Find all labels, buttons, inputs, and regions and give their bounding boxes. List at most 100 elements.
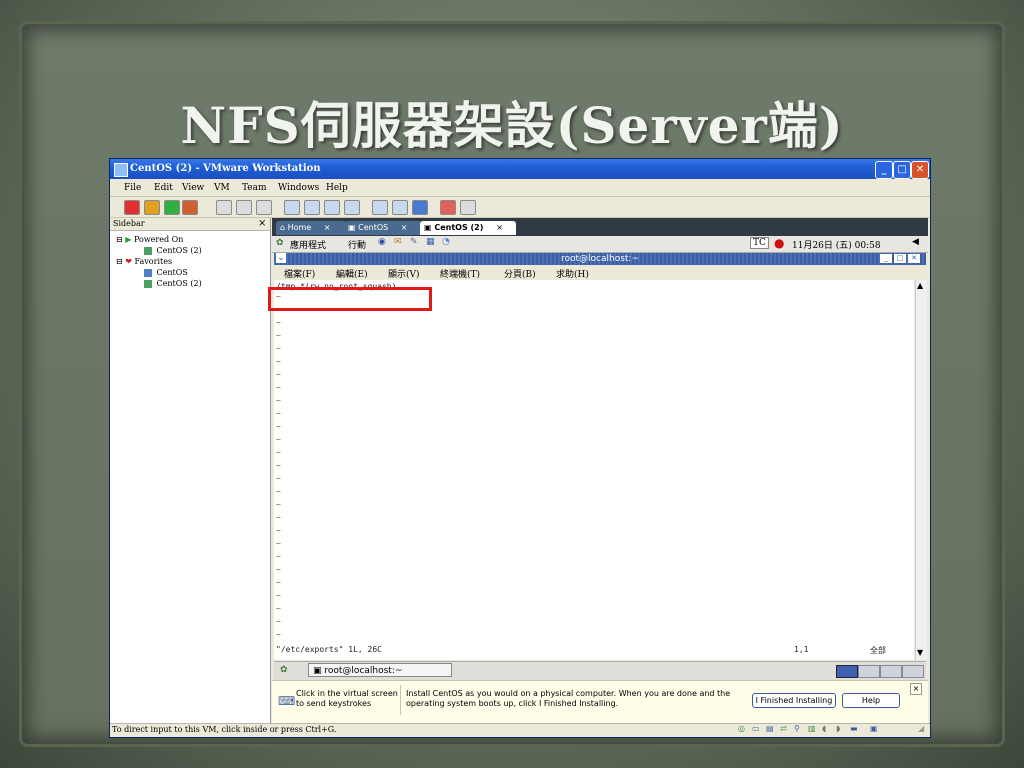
unity-icon[interactable] bbox=[412, 200, 428, 215]
summary-icon[interactable] bbox=[344, 200, 360, 215]
quick-switch-icon[interactable] bbox=[304, 200, 320, 215]
sound-icon[interactable]: ◖ bbox=[822, 724, 826, 733]
terminal-menu-file[interactable]: 檔案(F) bbox=[284, 267, 315, 280]
vim-status-position: 1,1 bbox=[794, 645, 809, 654]
sound-icon-2[interactable]: ◗ bbox=[836, 724, 840, 733]
sidebar-item-powered-on[interactable]: ⊟ ▶ Powered On bbox=[116, 235, 183, 244]
sidebar-item-centos[interactable]: CentOS bbox=[144, 268, 188, 277]
window-titlebar[interactable]: CentOS (2) - VMware Workstation _ □ ✕ bbox=[110, 159, 930, 179]
snapshot-icon[interactable] bbox=[216, 200, 232, 215]
ethernet-icon[interactable]: ⇄ bbox=[780, 724, 787, 733]
vim-empty-line-tilde: ~ bbox=[276, 526, 281, 535]
sidebar-item-centos-2-favorite[interactable]: CentOS (2) bbox=[144, 279, 202, 288]
replay-icon[interactable] bbox=[460, 200, 476, 215]
workspace-3[interactable] bbox=[880, 665, 902, 678]
menu-view[interactable]: View bbox=[182, 183, 204, 193]
vm-icon bbox=[144, 280, 152, 288]
terminal-text-area[interactable]: /tmp *(rw,no_root_squash) "/etc/exports"… bbox=[274, 280, 914, 660]
terminal-maximize-button[interactable]: □ bbox=[894, 254, 906, 263]
menu-team[interactable]: Team bbox=[242, 183, 267, 193]
terminal-scrollbar[interactable]: ▲ ▼ bbox=[915, 280, 927, 660]
collapse-icon[interactable]: ⊟ bbox=[116, 235, 123, 244]
power-off-icon[interactable] bbox=[124, 200, 140, 215]
vim-empty-line-tilde: ~ bbox=[276, 448, 281, 457]
scroll-up-icon[interactable]: ▲ bbox=[917, 281, 923, 290]
window-menu-icon[interactable]: ⌄ bbox=[276, 253, 286, 263]
update-icon[interactable]: ◔ bbox=[442, 237, 450, 247]
floppy-icon[interactable]: ▤ bbox=[766, 724, 774, 733]
record-icon[interactable] bbox=[440, 200, 456, 215]
terminal-menu-terminal[interactable]: 終端機(T) bbox=[440, 267, 480, 280]
power-on-icon[interactable] bbox=[164, 200, 180, 215]
pause-icon[interactable] bbox=[144, 200, 160, 215]
scroll-down-icon[interactable]: ▼ bbox=[917, 648, 923, 657]
full-screen-icon[interactable] bbox=[324, 200, 340, 215]
mail-icon[interactable]: ✉ bbox=[394, 237, 402, 247]
hard-disk-icon[interactable]: ▭ bbox=[752, 724, 760, 733]
menu-windows[interactable]: Windows bbox=[278, 183, 319, 193]
terminal-menu-help[interactable]: 求助(H) bbox=[556, 267, 589, 280]
terminal-titlebar[interactable]: ⌄ root@localhost:~ _ □ ✕ bbox=[274, 253, 926, 265]
terminal-menu-view[interactable]: 顯示(V) bbox=[388, 267, 420, 280]
printer-icon[interactable]: ▥ bbox=[808, 724, 816, 733]
menu-help[interactable]: Help bbox=[326, 183, 348, 193]
tab-strip: ⌂ Home × ▣ CentOS × ▣ CentOS (2) × bbox=[272, 218, 928, 236]
tab-close-icon[interactable]: × bbox=[401, 223, 408, 232]
usb-icon[interactable]: ⚲ bbox=[794, 724, 800, 733]
hint-close-icon[interactable]: × bbox=[910, 683, 922, 695]
browser-icon[interactable]: ◉ bbox=[378, 237, 386, 247]
menu-actions[interactable]: 行動 bbox=[348, 238, 366, 251]
hint-install-line1: Install CentOS as you would on a physica… bbox=[406, 689, 731, 698]
tab-close-icon[interactable]: × bbox=[324, 223, 331, 232]
show-sidebar-icon[interactable] bbox=[284, 200, 300, 215]
message-icon[interactable]: ▬ bbox=[850, 724, 858, 733]
snapshot-manager-icon[interactable] bbox=[256, 200, 272, 215]
tab-centos[interactable]: ▣ CentOS × bbox=[344, 221, 422, 235]
terminal-minimize-button[interactable]: _ bbox=[880, 254, 892, 263]
volume-icon[interactable]: ◀ bbox=[912, 237, 919, 247]
taskbar-terminal-button[interactable]: ▣ root@localhost:~ bbox=[308, 663, 452, 677]
vim-empty-line-tilde: ~ bbox=[276, 539, 281, 548]
workspace-1[interactable] bbox=[836, 665, 858, 678]
tab-close-icon[interactable]: × bbox=[496, 223, 503, 232]
vim-status-file: "/etc/exports" 1L, 26C bbox=[276, 645, 382, 654]
alert-icon[interactable]: ● bbox=[774, 236, 784, 250]
sidebar-item-centos-2[interactable]: CentOS (2) bbox=[144, 246, 202, 255]
workspace-2[interactable] bbox=[858, 665, 880, 678]
resize-grip-icon[interactable]: ◢ bbox=[918, 724, 924, 733]
network-status-icon[interactable]: ◎ bbox=[738, 724, 745, 733]
vim-empty-line-tilde: ~ bbox=[276, 435, 281, 444]
i-finished-installing-button[interactable]: I Finished Installing bbox=[752, 693, 836, 708]
menu-applications[interactable]: 應用程式 bbox=[290, 238, 326, 251]
sidebar-item-favorites[interactable]: ⊟ ❤ Favorites bbox=[116, 257, 172, 266]
vim-empty-line-tilde: ~ bbox=[276, 357, 281, 366]
maximize-button[interactable]: □ bbox=[893, 161, 911, 179]
input-method-indicator[interactable]: TC bbox=[750, 237, 769, 249]
panel-clock[interactable]: 11月26日 (五) 00:58 bbox=[792, 238, 881, 251]
terminal-menu-edit[interactable]: 編輯(E) bbox=[336, 267, 368, 280]
vim-empty-line-tilde: ~ bbox=[276, 344, 281, 353]
help-button[interactable]: Help bbox=[842, 693, 900, 708]
terminal-close-button[interactable]: ✕ bbox=[908, 254, 920, 263]
close-button[interactable]: ✕ bbox=[911, 161, 929, 179]
menu-file[interactable]: File bbox=[124, 183, 141, 193]
reset-icon[interactable] bbox=[182, 200, 198, 215]
tab-home[interactable]: ⌂ Home × bbox=[276, 221, 346, 235]
play-icon: ▶ bbox=[125, 235, 132, 244]
sidebar-close-icon[interactable]: × bbox=[258, 218, 266, 229]
minimize-button[interactable]: _ bbox=[875, 161, 893, 179]
edit-icon[interactable]: ✎ bbox=[410, 237, 418, 247]
workspace-4[interactable] bbox=[902, 665, 924, 678]
tab-centos-2[interactable]: ▣ CentOS (2) × bbox=[420, 221, 516, 235]
show-desktop-icon[interactable]: ✿ bbox=[280, 665, 288, 675]
vm-tools-icon[interactable]: ▣ bbox=[870, 724, 878, 733]
menu-edit[interactable]: Edit bbox=[154, 183, 173, 193]
console-icon[interactable] bbox=[372, 200, 388, 215]
appliance-icon[interactable] bbox=[392, 200, 408, 215]
presentation-icon[interactable]: ▦ bbox=[426, 237, 435, 247]
vim-empty-line-tilde: ~ bbox=[276, 474, 281, 483]
terminal-menu-tabs[interactable]: 分頁(B) bbox=[504, 267, 536, 280]
collapse-icon[interactable]: ⊟ bbox=[116, 257, 123, 266]
menu-vm[interactable]: VM bbox=[214, 183, 230, 193]
revert-snapshot-icon[interactable] bbox=[236, 200, 252, 215]
